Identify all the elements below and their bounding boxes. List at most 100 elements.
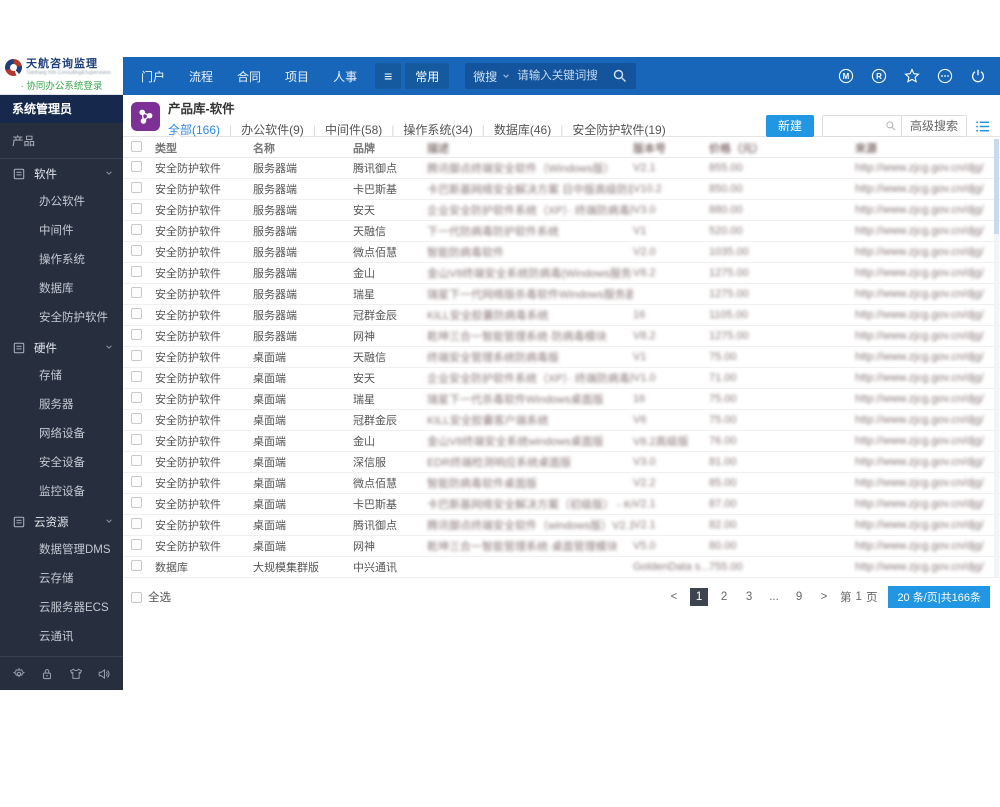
prev-page-button[interactable]: < (665, 588, 683, 606)
tab-middleware[interactable]: 中间件(58) (316, 121, 391, 138)
r-badge-icon[interactable]: R (871, 68, 887, 84)
current-page-value[interactable]: 1 (856, 591, 862, 603)
table-row[interactable]: 安全防护软件 桌面端 天融信 终端安全管理系统防病毒版 V1 75.00 htt… (123, 347, 1000, 368)
table-row[interactable]: 安全防护软件 桌面端 腾讯御点 腾讯御点终端安全软件（windows版）V2.1… (123, 515, 1000, 536)
more-icon[interactable] (937, 68, 953, 84)
row-checkbox[interactable] (131, 518, 142, 529)
nav-item-common[interactable]: 常用 (405, 63, 450, 89)
advanced-search-button[interactable]: 高级搜索 (900, 116, 966, 136)
tab-database[interactable]: 数据库(46) (485, 121, 560, 138)
row-checkbox[interactable] (131, 350, 142, 361)
nav-item[interactable]: 人事 (333, 68, 357, 85)
nav-item[interactable]: 合同 (237, 68, 261, 85)
m-badge-icon[interactable]: M (838, 68, 854, 84)
row-checkbox[interactable] (131, 287, 142, 298)
table-row[interactable]: 安全防护软件 服务器端 天融信 下一代防病毒防护软件系统 V1 520.00 h… (123, 221, 1000, 242)
sidebar-group-software[interactable]: 软件 (0, 159, 123, 188)
sidebar-item[interactable]: 安全设备 (0, 449, 123, 478)
row-checkbox[interactable] (131, 434, 142, 445)
table-row[interactable]: 安全防护软件 桌面端 安天 企业安全防护软件系统（XP）· 终端防病毒版 V1.… (123, 368, 1000, 389)
nav-item[interactable]: 门户 (141, 68, 165, 85)
sidebar-group-hardware[interactable]: 硬件 (0, 333, 123, 362)
table-row[interactable]: 安全防护软件 桌面端 深信服 EDR终端检测响应系统桌面版 V3.0 81.00… (123, 452, 1000, 473)
lock-icon[interactable] (40, 667, 54, 681)
table-row[interactable]: 安全防护软件 桌面端 冠群金辰 KILL安全胶囊客户端系统 V6 75.00 h… (123, 410, 1000, 431)
header-checkbox[interactable] (131, 140, 142, 152)
search-engine-label[interactable]: 微搜 (473, 68, 497, 85)
sidebar-item[interactable]: 网络设备 (0, 420, 123, 449)
row-checkbox[interactable] (131, 266, 142, 277)
star-icon[interactable] (904, 68, 920, 84)
chevron-down-icon[interactable] (105, 342, 113, 354)
chevron-down-icon[interactable] (105, 168, 113, 180)
sidebar-item[interactable]: 数据管理DMS (0, 536, 123, 565)
row-checkbox[interactable] (131, 182, 142, 193)
table-row[interactable]: 安全防护软件 桌面端 瑞星 瑞星下一代杀毒软件Windows桌面版 16 75.… (123, 389, 1000, 410)
nav-item[interactable]: 项目 (285, 68, 309, 85)
table-row[interactable]: 安全防护软件 服务器端 瑞星 瑞星下一代网络版杀毒软件Windows服务器版 1… (123, 284, 1000, 305)
row-checkbox[interactable] (131, 161, 142, 172)
nav-item[interactable]: 流程 (189, 68, 213, 85)
chevron-down-icon[interactable] (502, 69, 510, 83)
sidebar-role-header[interactable]: 系统管理员 (0, 95, 123, 123)
sidebar-item[interactable]: 存储 (0, 362, 123, 391)
row-checkbox[interactable] (131, 308, 142, 319)
row-checkbox[interactable] (131, 476, 142, 487)
table-scrollbar[interactable] (994, 139, 999, 577)
row-checkbox[interactable] (131, 560, 142, 571)
sound-icon[interactable] (97, 667, 111, 681)
search-icon[interactable] (612, 68, 628, 84)
row-checkbox[interactable] (131, 329, 142, 340)
page-button-1[interactable]: 1 (690, 588, 709, 606)
table-row[interactable]: 安全防护软件 桌面端 网神 乾坤三合一智能管理系统·桌面管理模块 V5.0 80… (123, 536, 1000, 557)
sidebar-item[interactable]: 安全防护软件 (0, 304, 123, 333)
select-all[interactable]: 全选 (131, 589, 171, 605)
page-size-badge[interactable]: 20 条/页|共166条 (888, 586, 990, 608)
table-row[interactable]: 安全防护软件 服务器端 金山 金山V8终端安全系统防病毒(Windows服务器版… (123, 263, 1000, 284)
row-checkbox[interactable] (131, 224, 142, 235)
row-checkbox[interactable] (131, 455, 142, 466)
row-checkbox[interactable] (131, 203, 142, 214)
sidebar-item[interactable]: 服务器 (0, 391, 123, 420)
page-button-9[interactable]: 9 (790, 588, 808, 606)
row-checkbox[interactable] (131, 497, 142, 508)
row-checkbox[interactable] (131, 371, 142, 382)
table-row[interactable]: 安全防护软件 桌面端 卡巴斯基 卡巴斯基网络安全解决方案（初级版） - KOL.… (123, 494, 1000, 515)
page-button-3[interactable]: 3 (740, 588, 758, 606)
row-checkbox[interactable] (131, 539, 142, 550)
scrollbar-thumb[interactable] (994, 139, 999, 234)
sidebar-item[interactable]: 云存储 (0, 565, 123, 594)
search-icon[interactable] (885, 120, 901, 132)
sidebar-item[interactable]: 云服务器ECS (0, 594, 123, 623)
power-icon[interactable] (970, 68, 986, 84)
sidebar-item[interactable]: 办公软件 (0, 188, 123, 217)
table-search-input[interactable] (822, 120, 885, 132)
table-row[interactable]: 安全防护软件 服务器端 卡巴斯基 卡巴斯基网络安全解决方案 日中版高级防护...… (123, 179, 1000, 200)
row-checkbox[interactable] (131, 413, 142, 424)
sidebar-item[interactable]: 中间件 (0, 217, 123, 246)
sidebar-item[interactable]: 监控设备 (0, 478, 123, 507)
table-row[interactable]: 安全防护软件 服务器端 网神 乾坤三合一智能管理系统·防病毒模块 V8.2 12… (123, 326, 1000, 347)
settings-icon[interactable] (12, 667, 26, 681)
chevron-down-icon[interactable] (105, 516, 113, 528)
table-row[interactable]: 安全防护软件 桌面端 微点佰慧 智能防病毒软件桌面版 V2.2 85.00 ht… (123, 473, 1000, 494)
theme-icon[interactable] (69, 667, 83, 681)
tab-os[interactable]: 操作系统(34) (394, 121, 481, 138)
table-row[interactable]: 安全防护软件 服务器端 微点佰慧 智能防病毒软件 V2.0 1035.00 ht… (123, 242, 1000, 263)
table-row[interactable]: 安全防护软件 服务器端 冠群金辰 KILL安全胶囊防病毒系统 16 1105.0… (123, 305, 1000, 326)
menu-toggle-icon[interactable]: ≡ (375, 63, 402, 89)
search-input[interactable] (515, 69, 608, 83)
list-view-icon[interactable] (975, 119, 990, 134)
sidebar-item[interactable]: 云通讯 (0, 623, 123, 652)
sidebar-item[interactable]: 操作系统 (0, 246, 123, 275)
table-row[interactable]: 安全防护软件 服务器端 安天 企业安全防护软件系统（XP）· 终端防病毒版 V3… (123, 200, 1000, 221)
sidebar-item[interactable]: 数据库 (0, 275, 123, 304)
table-row[interactable]: 安全防护软件 桌面端 金山 金山V8终端安全系统windows桌面版 V8.2高… (123, 431, 1000, 452)
row-checkbox[interactable] (131, 245, 142, 256)
sidebar-group-cloud[interactable]: 云资源 (0, 507, 123, 536)
page-button-2[interactable]: 2 (715, 588, 733, 606)
table-row[interactable]: 数据库 大规模集群版 中兴通讯 GoldenData s... 755.00 h… (123, 557, 1000, 578)
tab-security-software[interactable]: 安全防护软件(19) (563, 121, 674, 138)
table-row[interactable]: 安全防护软件 服务器端 腾讯御点 腾讯御点终端安全软件（Windows版） V2… (123, 158, 1000, 179)
tab-office-software[interactable]: 办公软件(9) (232, 121, 313, 138)
